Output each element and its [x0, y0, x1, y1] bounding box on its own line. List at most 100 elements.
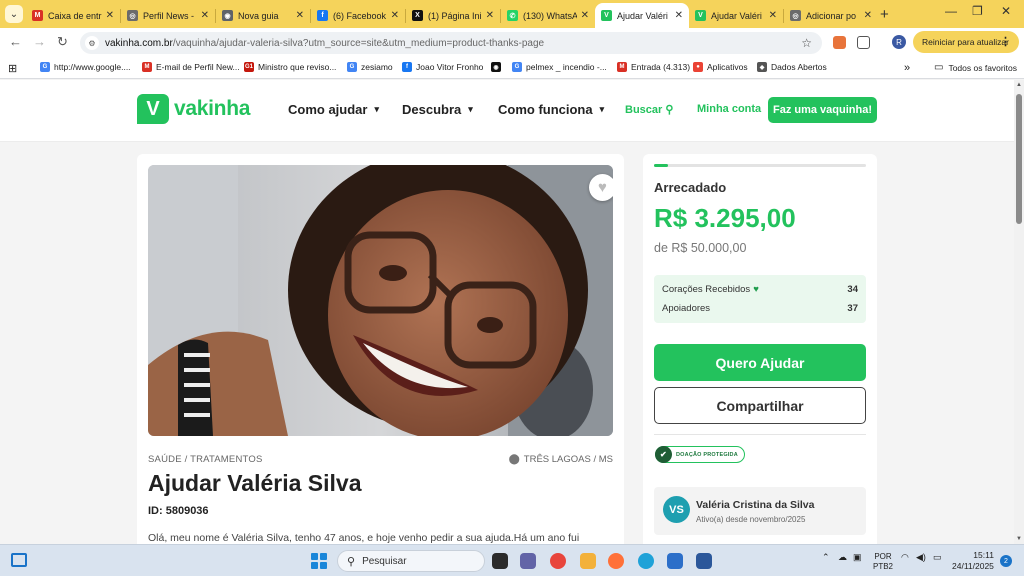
bookmark-item[interactable]: f Joao Vitor Fronho — [402, 62, 483, 72]
meet-icon[interactable]: ▣ — [853, 552, 862, 563]
tabs: M Caixa de entr ✕ ◎ Perfil News - ✕ ◉ Nova guia… — [26, 3, 878, 28]
account-link[interactable]: Minha conta — [697, 103, 761, 115]
scrollbar-thumb[interactable] — [1016, 94, 1022, 224]
extension-icon[interactable] — [833, 36, 846, 49]
site-info-icon[interactable]: ⚙ — [85, 36, 99, 50]
url-path: /vaquinha/ajudar-valeria-silva?utm_sourc… — [172, 37, 545, 49]
tray-chevron-icon[interactable]: ⌃ — [822, 552, 830, 563]
browser-tab[interactable]: ◎ Perfil News - ✕ — [121, 3, 215, 28]
donate-button[interactable]: Quero Ajudar — [654, 344, 866, 381]
close-tab-icon[interactable]: ✕ — [296, 10, 304, 21]
bookmark-label: zesiamo — [361, 62, 393, 72]
bookmark-item[interactable]: ◆ Dados Abertos — [757, 62, 827, 72]
wifi-icon[interactable]: ◠ — [901, 552, 909, 563]
bookmark-item[interactable]: G1 Ministro que reviso... — [244, 62, 336, 72]
tab-title: Caixa de entr — [48, 10, 102, 21]
search-link[interactable]: Buscar ⚲ — [625, 103, 673, 116]
organizer-name: Valéria Cristina da Silva — [696, 499, 815, 511]
reload-button[interactable]: ↻ — [57, 34, 68, 50]
gmail-icon: M — [617, 62, 627, 72]
all-bookmarks[interactable]: ▭ Todos os favoritos — [934, 62, 1017, 73]
bookmarks-bar: ⊞ Ghttp://www.google.... M E-mail de Perfi… — [0, 57, 1024, 79]
browser-tab[interactable]: f (6) Facebook ✕ — [311, 3, 405, 28]
chrome-taskbar-icon[interactable] — [550, 553, 566, 569]
volume-icon[interactable]: ◀) — [916, 552, 926, 563]
bookmark-item[interactable]: ◉ — [491, 62, 505, 72]
close-tab-icon[interactable]: ✕ — [106, 10, 114, 21]
share-button[interactable]: Compartilhar — [654, 387, 866, 424]
close-tab-icon[interactable]: ✕ — [581, 10, 589, 21]
tab-search-button[interactable]: ⌄ — [5, 5, 23, 23]
bookmark-star-icon[interactable]: ☆ — [801, 36, 812, 50]
close-tab-icon[interactable]: ✕ — [201, 10, 209, 21]
more-bookmarks-icon[interactable]: » — [904, 62, 910, 74]
menu-dots-icon[interactable]: ⋮ — [1000, 35, 1011, 48]
close-tab-icon[interactable]: ✕ — [769, 10, 777, 21]
close-tab-icon[interactable]: ✕ — [675, 10, 683, 21]
store-icon[interactable] — [667, 553, 683, 569]
tab-title: (1) Página Ini — [428, 10, 482, 21]
nav-descubra[interactable]: Descubra ▾ — [402, 102, 473, 117]
edge-icon[interactable] — [638, 553, 654, 569]
close-window-button[interactable]: ✕ — [1001, 4, 1011, 18]
bookmark-label: Aplicativos — [707, 62, 748, 72]
word-icon[interactable] — [696, 553, 712, 569]
create-campaign-button[interactable]: Faz uma vaquinha! — [768, 97, 877, 123]
scroll-down-icon[interactable]: ▼ — [1016, 536, 1022, 542]
g1-icon: G1 — [244, 62, 254, 72]
browser-tab[interactable]: M Caixa de entr ✕ — [26, 3, 120, 28]
notification-badge[interactable]: 2 — [1000, 555, 1012, 567]
bookmark-item[interactable]: Gzesiamo — [347, 62, 393, 72]
close-tab-icon[interactable]: ✕ — [864, 10, 872, 21]
bookmark-item[interactable]: Gpelmex _ incendio -... — [512, 62, 607, 72]
browser-tab[interactable]: ✆ (130) WhatsA ✕ — [501, 3, 595, 28]
bookmark-item[interactable]: Ghttp://www.google.... — [40, 62, 131, 72]
data-icon: ◆ — [757, 62, 767, 72]
vakinha-icon: V — [601, 10, 612, 21]
scroll-up-icon[interactable]: ▲ — [1016, 82, 1022, 88]
address-bar[interactable]: ⚙ vakinha.com.br/vaquinha/ajudar-valeria… — [80, 32, 822, 54]
language-indicator[interactable]: POR PTB2 — [873, 552, 893, 572]
browser-toolbar: ← → ↻ ⚙ vakinha.com.br/vaquinha/ajudar-v… — [0, 28, 1024, 57]
back-button[interactable]: ← — [9, 34, 22, 49]
forward-button[interactable]: → — [33, 34, 46, 49]
taskbar-search[interactable]: ⚲ Pesquisar — [337, 550, 485, 572]
minimize-button[interactable]: — — [945, 4, 957, 18]
bookmark-item[interactable]: ● Aplicativos — [693, 62, 748, 72]
widgets-icon[interactable] — [11, 553, 27, 567]
vakinha-logo[interactable]: V vakinha — [137, 94, 250, 124]
profile-avatar[interactable]: R — [892, 35, 906, 49]
browser-tab[interactable]: V Ajudar Valéri ✕ — [595, 3, 689, 28]
start-button[interactable] — [311, 553, 327, 569]
browser-tab[interactable]: ◉ Nova guia ✕ — [216, 3, 310, 28]
browser-tab[interactable]: V Ajudar Valéri ✕ — [689, 3, 783, 28]
browser-tab[interactable]: X (1) Página Ini ✕ — [406, 3, 500, 28]
organizer-card[interactable]: VS Valéria Cristina da Silva Ativo(a) de… — [654, 487, 866, 535]
browser-tab[interactable]: ◎ Adicionar po ✕ — [784, 3, 878, 28]
search-icon: ⚲ — [347, 555, 356, 568]
bookmark-item[interactable]: M Entrada (4.313) — [617, 62, 690, 72]
task-view-icon[interactable] — [492, 553, 508, 569]
nav-como-funciona[interactable]: Como funciona ▾ — [498, 102, 604, 117]
clock[interactable]: 15:11 24/11/2025 — [952, 550, 994, 572]
firefox-icon[interactable] — [608, 553, 624, 569]
nav-como-ajudar[interactable]: Como ajudar ▾ — [288, 102, 379, 117]
campaign-category[interactable]: SAÚDE / TRATAMENTOS — [148, 454, 262, 465]
update-button[interactable]: Reiniciar para atualizar ⋮ — [913, 31, 1019, 53]
apps-grid-icon[interactable]: ⊞ — [8, 62, 17, 75]
chat-icon[interactable] — [520, 553, 536, 569]
restore-button[interactable]: ❐ — [972, 4, 983, 18]
close-tab-icon[interactable]: ✕ — [391, 10, 399, 21]
weather-icon[interactable]: ☁ — [838, 552, 847, 563]
battery-icon[interactable]: ▭ — [933, 552, 942, 563]
file-explorer-icon[interactable] — [580, 553, 596, 569]
page-scrollbar[interactable]: ▲ ▼ — [1014, 80, 1024, 544]
favorite-heart-button[interactable]: ♥ — [589, 174, 613, 201]
bookmark-item[interactable]: M E-mail de Perfil New... — [142, 62, 240, 72]
search-label: Buscar — [625, 104, 663, 116]
extensions-puzzle-icon[interactable] — [857, 36, 870, 49]
close-tab-icon[interactable]: ✕ — [486, 10, 494, 21]
organizer-since: Ativo(a) desde novembro/2025 — [696, 515, 806, 524]
supporters-label: Apoiadores — [662, 303, 711, 314]
new-tab-button[interactable]: + — [880, 6, 889, 23]
